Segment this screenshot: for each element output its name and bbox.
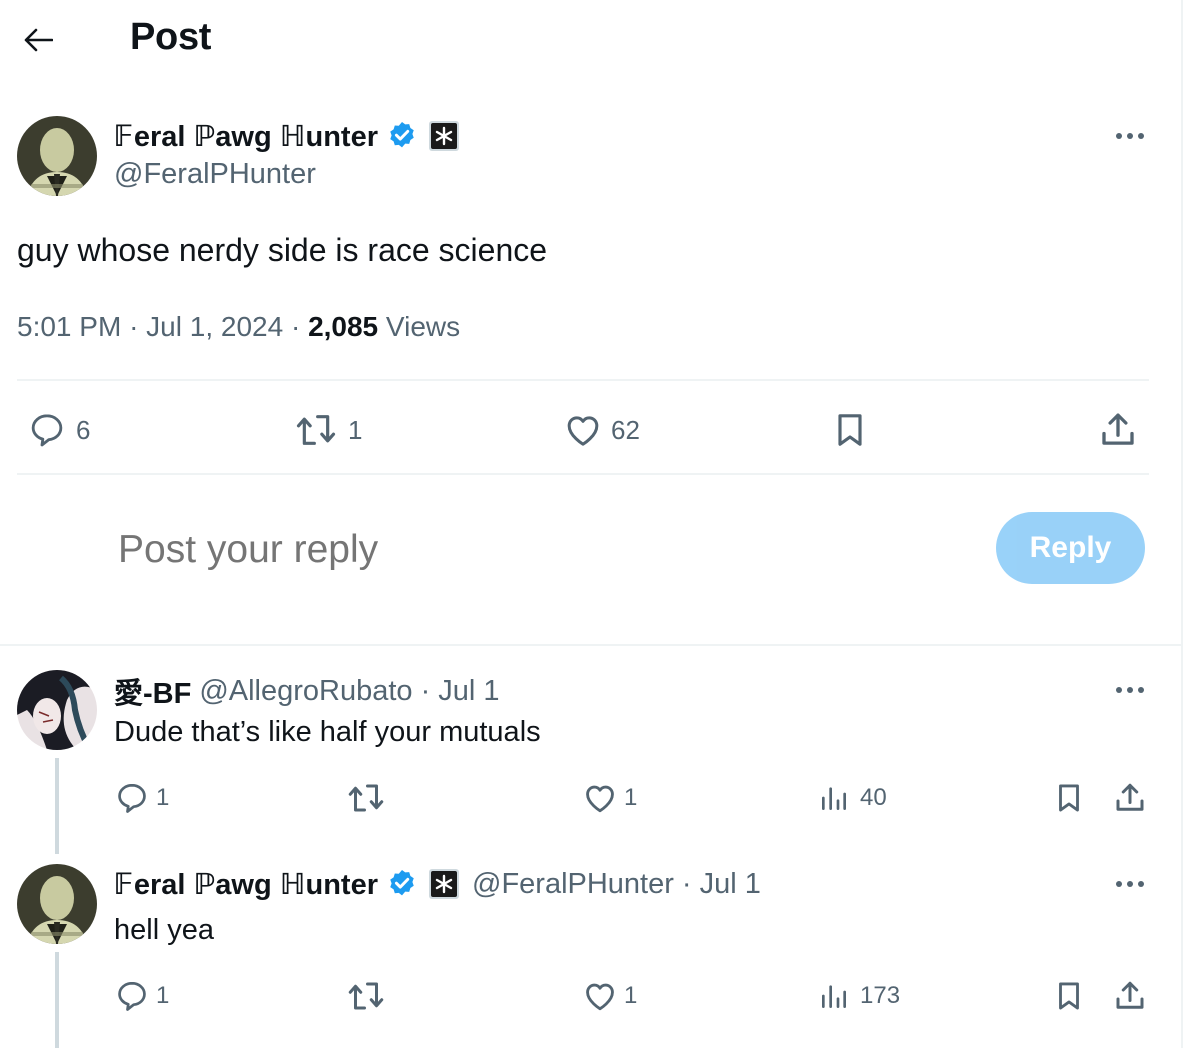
reply-action[interactable]: 1 <box>114 780 169 816</box>
reply-header: 愛-BF @AllegroRubato · Jul 1 <box>114 670 500 712</box>
share-action[interactable] <box>1112 978 1148 1014</box>
post-time[interactable]: 5:01 PM <box>17 311 121 342</box>
heart-icon <box>586 983 614 1011</box>
reply-date[interactable]: · Jul 1 <box>421 675 500 708</box>
more-dots-icon <box>1116 133 1144 139</box>
like-action[interactable]: 62 <box>563 408 640 452</box>
reply-count: 1 <box>156 982 170 1009</box>
like-count: 1 <box>624 982 638 1009</box>
post-date[interactable]: Jul 1, 2024 <box>146 311 283 342</box>
asterisk-badge-icon[interactable] <box>428 868 460 900</box>
more-options-button[interactable] <box>1110 872 1150 896</box>
share-icon <box>1102 413 1134 445</box>
post-meta: 5:01 PM · Jul 1, 2024 · 2,085 Views <box>17 311 460 343</box>
thread-connector <box>55 758 59 854</box>
reply-display-name[interactable]: 愛-BF <box>114 670 191 712</box>
like-action[interactable]: 1 <box>582 978 637 1014</box>
verified-badge-icon[interactable] <box>386 120 418 152</box>
views-count: 173 <box>860 982 901 1009</box>
author-handle[interactable]: @FeralPHunter <box>114 158 316 191</box>
repost-action[interactable] <box>345 780 387 816</box>
reply-action[interactable]: 1 <box>114 978 169 1014</box>
share-icon <box>1116 981 1144 1009</box>
repost-count: 1 <box>348 414 363 445</box>
reply-action[interactable]: 6 <box>26 408 90 452</box>
reply-header: 𝔽eral ℙawg ℍunter @FeralPHunter · Jul 1 <box>114 866 761 902</box>
share-action[interactable] <box>1112 780 1148 816</box>
comment-icon <box>118 981 146 1011</box>
arrow-left-icon <box>24 28 53 52</box>
repost-action[interactable]: 1 <box>292 408 362 452</box>
comment-icon <box>31 414 63 447</box>
page-title: Post <box>130 16 212 58</box>
meta-separator: · <box>290 311 301 342</box>
views-action[interactable]: 173 <box>818 978 900 1014</box>
like-count: 62 <box>611 414 640 445</box>
reply-date[interactable]: · Jul 1 <box>682 868 761 901</box>
reply-text: Dude that’s like half your mutuals <box>114 716 541 748</box>
bookmark-icon <box>1059 784 1079 812</box>
share-action[interactable] <box>1097 408 1139 452</box>
more-options-button[interactable] <box>1110 678 1150 702</box>
views-count: 40 <box>860 784 887 811</box>
post-text: guy whose nerdy side is race science <box>17 232 548 268</box>
views-count: 2,085 <box>308 311 379 342</box>
divider <box>17 379 1149 381</box>
like-action[interactable]: 1 <box>582 780 637 816</box>
like-count: 1 <box>624 784 638 811</box>
repost-icon <box>348 982 384 1010</box>
reply-button[interactable]: Reply <box>996 512 1145 584</box>
reply-count: 1 <box>156 784 170 811</box>
bookmark-icon <box>838 414 862 446</box>
bookmark-action[interactable] <box>830 408 870 452</box>
asterisk-badge-icon[interactable] <box>428 120 460 152</box>
comment-icon <box>118 783 146 813</box>
meta-separator: · <box>129 311 139 342</box>
bookmark-icon <box>1059 982 1079 1010</box>
reply-display-name[interactable]: 𝔽eral ℙawg ℍunter <box>114 867 378 902</box>
analytics-bars-icon <box>822 787 846 810</box>
repost-action[interactable] <box>345 978 387 1014</box>
views-action[interactable]: 40 <box>818 780 887 816</box>
bookmark-action[interactable] <box>1052 780 1086 816</box>
share-icon <box>1116 783 1144 811</box>
divider <box>0 644 1182 646</box>
heart-icon <box>586 785 614 813</box>
repost-icon <box>296 415 336 445</box>
reply-avatar[interactable] <box>17 864 97 944</box>
heart-icon <box>567 416 599 446</box>
analytics-bars-icon <box>822 985 846 1008</box>
verified-badge-icon[interactable] <box>386 868 418 900</box>
repost-icon <box>348 784 384 812</box>
header: Post <box>0 0 1180 80</box>
reply-handle[interactable]: @FeralPHunter <box>472 868 674 901</box>
more-options-button[interactable] <box>1110 124 1150 148</box>
reply-handle[interactable]: @AllegroRubato <box>199 675 412 708</box>
back-button[interactable] <box>18 20 58 60</box>
reply-text: hell yea <box>114 914 214 946</box>
reply-input[interactable] <box>118 522 958 578</box>
author-name-row: 𝔽eral ℙawg ℍunter <box>114 117 460 155</box>
author-avatar[interactable] <box>17 116 97 196</box>
thread-connector <box>55 952 59 1048</box>
divider <box>17 473 1149 475</box>
reply-count: 6 <box>76 414 91 445</box>
reply-avatar[interactable] <box>17 670 97 750</box>
more-dots-icon <box>1116 881 1144 887</box>
bookmark-action[interactable] <box>1052 978 1086 1014</box>
views-label: Views <box>385 311 461 342</box>
more-dots-icon <box>1116 687 1144 693</box>
author-display-name[interactable]: 𝔽eral ℙawg ℍunter <box>114 119 378 154</box>
